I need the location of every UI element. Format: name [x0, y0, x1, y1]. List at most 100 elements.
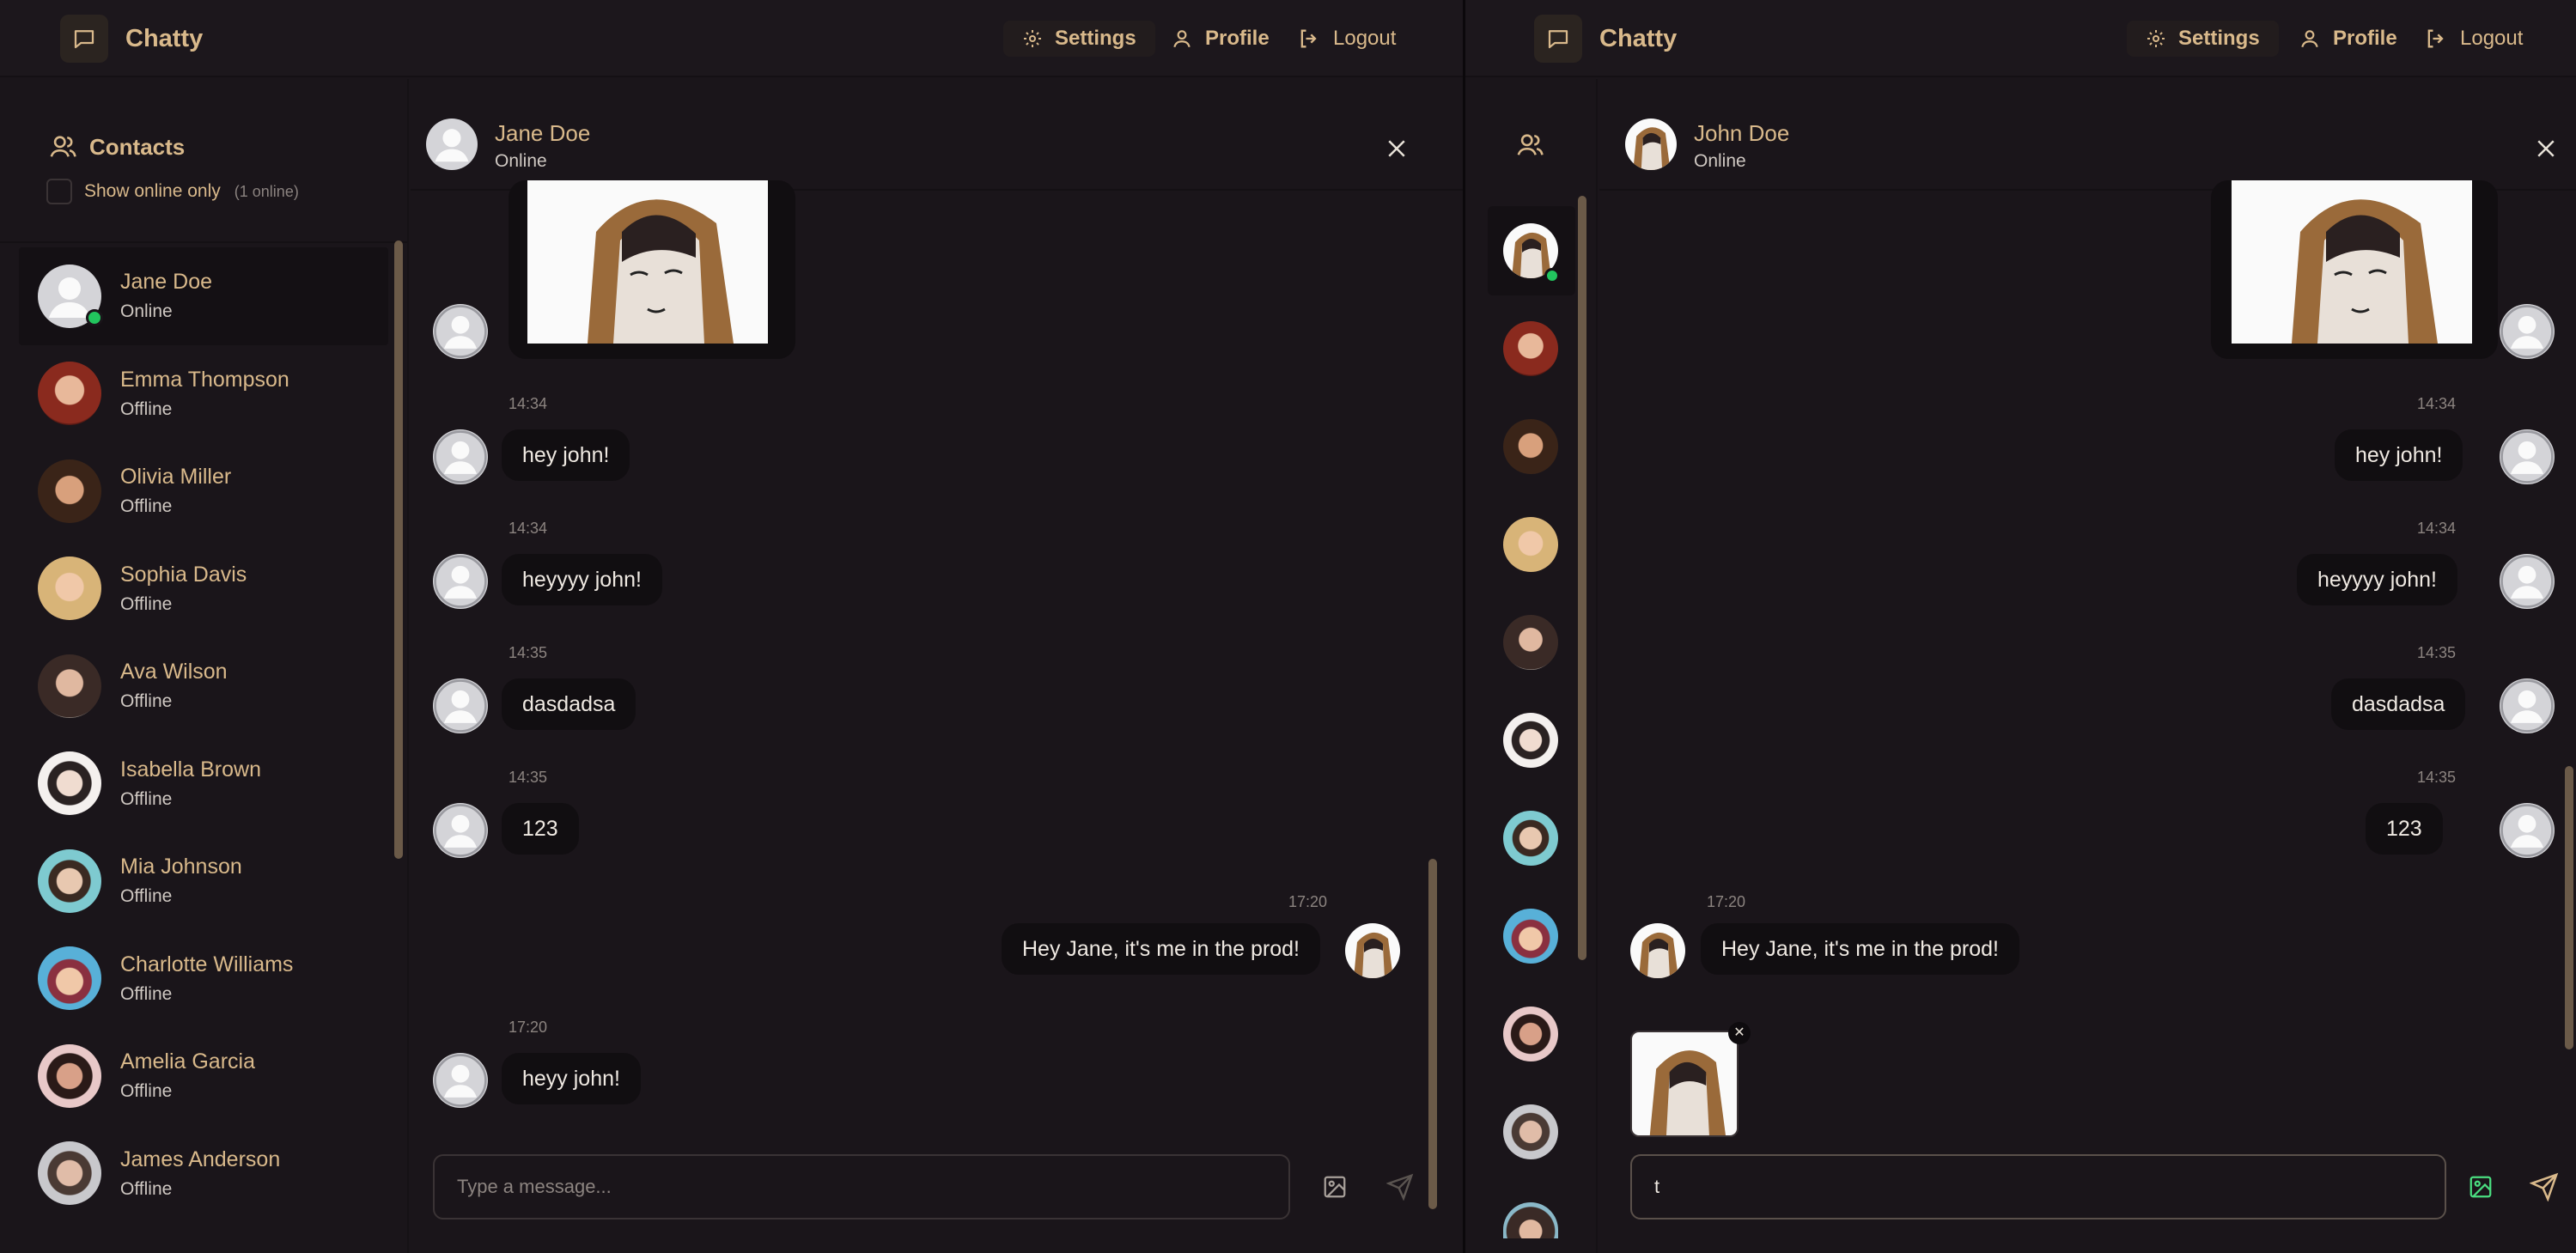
profile-button[interactable]: Profile [2299, 21, 2397, 57]
close-icon[interactable] [1384, 136, 1410, 161]
chat-scrollbar[interactable] [2565, 766, 2573, 1049]
contact-name: Sophia Davis [120, 562, 247, 587]
message-time: 14:34 [509, 520, 548, 537]
logout-icon [2427, 29, 2444, 48]
contact-avatar[interactable] [1503, 1007, 1558, 1061]
contacts-scrollbar[interactable] [1578, 196, 1586, 960]
gear-icon [1024, 30, 1041, 47]
message-input[interactable]: t [1630, 1154, 2446, 1220]
contact-name: Emma Thompson [120, 367, 289, 392]
chat-bubble-icon [60, 15, 108, 63]
message-time: 14:35 [509, 769, 548, 786]
contact-name: James Anderson [120, 1147, 281, 1171]
message-bubble: heyyyy john! [502, 554, 662, 605]
settings-button[interactable]: Settings [2127, 21, 2279, 57]
settings-button[interactable]: Settings [1003, 21, 1155, 57]
brand-name: Chatty [1599, 24, 1678, 52]
contact-item[interactable]: Olivia Miller Offline [19, 442, 388, 540]
remove-preview-button[interactable]: ✕ [1728, 1022, 1751, 1044]
avatar [38, 654, 101, 718]
divider [0, 241, 407, 243]
contact-avatar[interactable] [1503, 713, 1558, 768]
contact-status: Offline [120, 496, 173, 517]
contacts-scrollbar[interactable] [394, 240, 403, 859]
avatar [38, 557, 101, 621]
message-time: 14:34 [2417, 520, 2457, 537]
avatar [38, 946, 101, 1011]
avatar [38, 1141, 101, 1206]
contact-status: Offline [120, 788, 173, 809]
image-upload-button[interactable] [1318, 1170, 1352, 1204]
logout-button[interactable]: Logout [1297, 21, 1396, 57]
chat-name: John Doe [1694, 120, 1790, 146]
right-window: Chatty Settings Profile Logout John Doe … [1465, 0, 2576, 1253]
online-only-checkbox[interactable] [46, 179, 72, 204]
contact-avatar[interactable] [1503, 909, 1558, 964]
left-window: Chatty Settings Profile Logout Contacts … [0, 0, 1463, 1253]
contact-avatar[interactable] [1503, 811, 1558, 866]
close-icon[interactable] [2533, 136, 2559, 161]
logout-label: Logout [2460, 27, 2524, 50]
contact-item[interactable]: Emma Thompson Offline [19, 345, 388, 443]
avatar [38, 459, 101, 523]
contact-status: Online [120, 301, 173, 322]
contact-avatar[interactable] [1503, 615, 1558, 670]
logout-label: Logout [1333, 27, 1397, 50]
send-button[interactable] [2527, 1170, 2561, 1204]
contacts-sidebar-collapsed [1465, 79, 1598, 1253]
image-icon [2469, 1176, 2492, 1198]
sender-avatar [433, 803, 488, 858]
avatar [38, 751, 101, 816]
message-image-bubble [2211, 180, 2498, 359]
sender-avatar [2500, 429, 2555, 484]
contact-item[interactable]: Sophia Davis Offline [19, 540, 388, 638]
sender-avatar [2500, 803, 2555, 858]
chat-scrollbar[interactable] [1428, 859, 1437, 1209]
profile-label: Profile [2333, 27, 2397, 50]
message-bubble: hey john! [502, 429, 630, 481]
contact-avatar[interactable] [1503, 321, 1558, 376]
logout-icon [1300, 29, 1317, 48]
image-upload-button[interactable] [2463, 1170, 2498, 1204]
contact-item[interactable]: Mia Johnson Offline [19, 832, 388, 930]
contact-status: Offline [120, 1081, 173, 1102]
brand[interactable]: Chatty [60, 15, 203, 63]
contact-name: Amelia Garcia [120, 1049, 255, 1074]
brand[interactable]: Chatty [1534, 15, 1677, 63]
sender-avatar [433, 304, 488, 359]
navbar: Chatty Settings Profile Logout [1465, 0, 2576, 77]
message-input[interactable]: Type a message... [433, 1154, 1290, 1220]
chat-header: Jane Doe Online [411, 79, 1463, 191]
sender-avatar [2500, 554, 2555, 609]
contact-name: Jane Doe [120, 270, 213, 295]
logout-button[interactable]: Logout [2424, 21, 2523, 57]
contact-avatar[interactable] [1503, 1104, 1558, 1159]
sent-image [527, 180, 768, 344]
message-image-bubble [509, 180, 795, 359]
contact-item[interactable]: Isabella Brown Offline [19, 735, 388, 833]
send-button[interactable] [1383, 1170, 1417, 1204]
contact-item[interactable]: James Anderson Offline [19, 1125, 388, 1223]
contact-avatar[interactable] [1503, 419, 1558, 474]
contact-list: Jane Doe Online Emma Thompson Offline Oliv… [19, 247, 388, 1222]
sender-avatar [433, 1053, 488, 1108]
avatar [38, 1043, 101, 1108]
chat-bubble-icon [1534, 15, 1582, 63]
contact-item[interactable]: Charlotte Williams Offline [19, 930, 388, 1028]
contact-avatar[interactable] [1503, 517, 1558, 572]
contact-status: Offline [120, 983, 173, 1004]
chat-header: John Doe Online [1599, 79, 2576, 191]
chat-panel: Jane Doe Online 14:34 hey john! 14:34 he… [411, 79, 1463, 1253]
navbar: Chatty Settings Profile Logout [0, 0, 1463, 77]
contacts-header: Contacts [48, 132, 185, 161]
online-indicator [86, 308, 103, 326]
contact-item[interactable]: Jane Doe Online [19, 247, 388, 345]
contact-item[interactable]: Amelia Garcia Offline [19, 1027, 388, 1125]
contact-status: Offline [120, 886, 173, 907]
contact-avatar[interactable] [1503, 1202, 1558, 1238]
contact-name: Charlotte Williams [120, 952, 294, 976]
profile-button[interactable]: Profile [1171, 21, 1270, 57]
contact-item[interactable]: Ava Wilson Offline [19, 637, 388, 735]
message-time: 17:20 [509, 1019, 548, 1036]
sender-avatar [433, 678, 488, 733]
